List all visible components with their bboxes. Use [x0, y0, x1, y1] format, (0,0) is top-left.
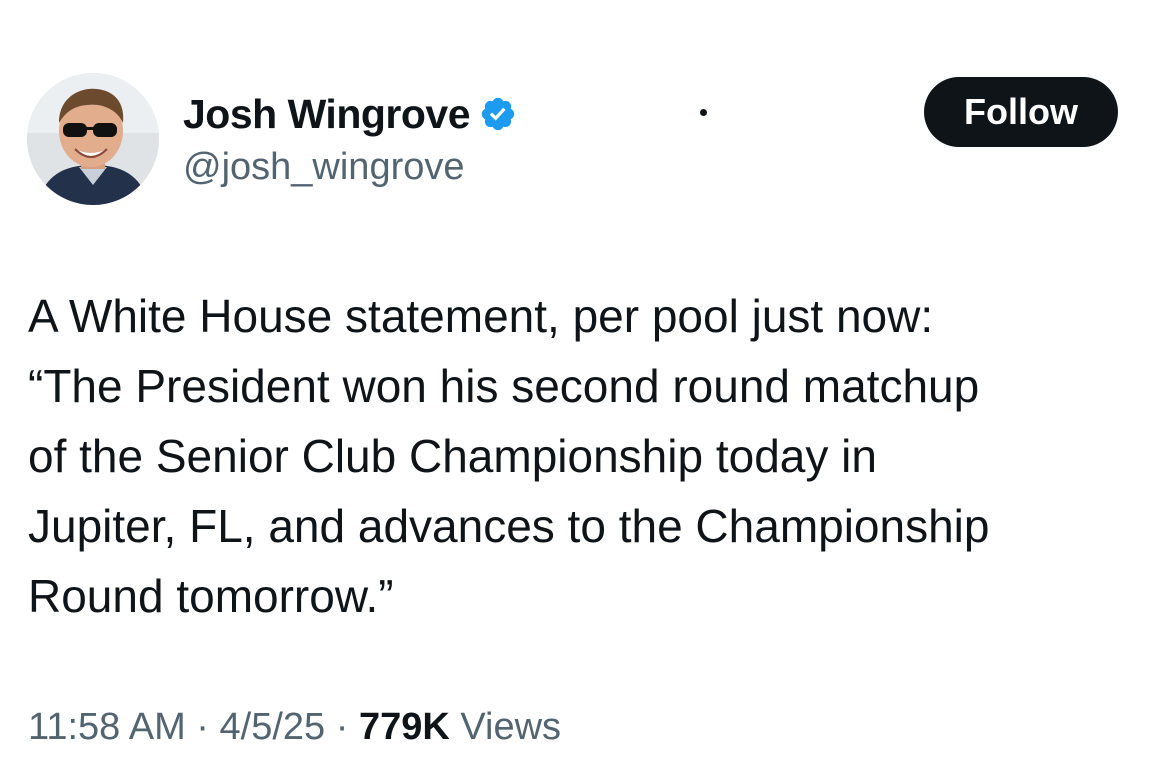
tweet-text-line: of the Senior Club Championship today in — [28, 430, 877, 482]
follow-button[interactable]: Follow — [924, 77, 1118, 147]
views-count[interactable]: 779K — [359, 706, 450, 748]
dot-icon — [700, 109, 707, 116]
meta-separator: · — [325, 706, 359, 748]
tweet-time[interactable]: 11:58 AM — [28, 706, 186, 748]
profile-photo — [27, 73, 159, 205]
tweet-date[interactable]: 4/5/25 — [220, 706, 326, 748]
author-handle[interactable]: @josh_wingrove — [183, 146, 465, 189]
tweet-text-line: Round tomorrow.” — [28, 570, 394, 622]
views-label: Views — [449, 706, 562, 748]
verified-badge-icon[interactable] — [479, 95, 517, 133]
tweet-meta: 11:58 AM · 4/5/25 · 779K Views — [28, 706, 561, 749]
meta-separator: · — [185, 706, 220, 748]
author-avatar[interactable] — [27, 73, 159, 205]
tweet-text-line: A White House statement, per pool just n… — [28, 290, 934, 342]
author-name-row: Josh Wingrove — [183, 89, 517, 139]
tweet-card: Josh Wingrove @josh_wingrove Follow A Wh… — [0, 0, 1170, 780]
tweet-text: A White House statement, per pool just n… — [28, 281, 1138, 631]
tweet-text-line: “The President won his second round matc… — [28, 360, 980, 412]
author-display-name[interactable]: Josh Wingrove — [183, 91, 471, 138]
tweet-text-line: Jupiter, FL, and advances to the Champio… — [28, 500, 990, 552]
